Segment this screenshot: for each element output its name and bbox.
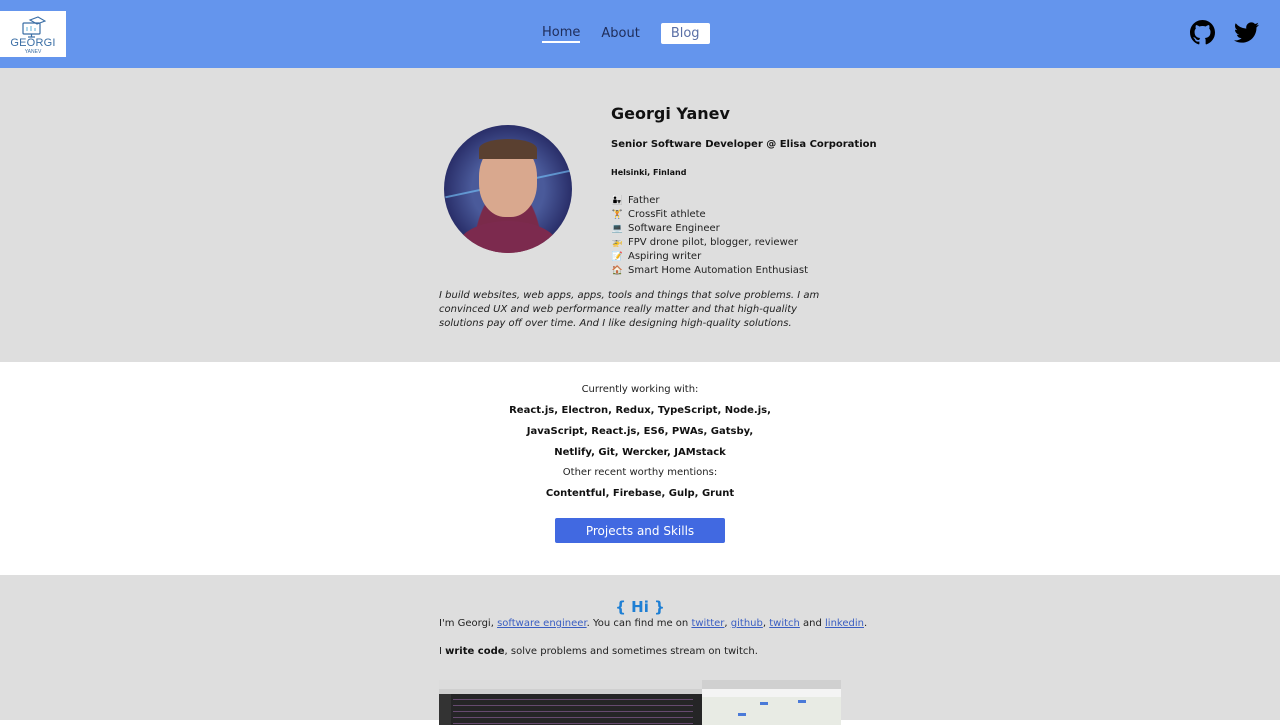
graduation-cap-monitor-icon: [22, 16, 46, 38]
trait-item: 💻 Software Engineer: [611, 222, 808, 236]
intro-paragraph: I'm Georgi, software engineer. You can f…: [439, 618, 867, 629]
para-text: , solve problems and sometimes stream on…: [504, 646, 758, 657]
intro-text: .: [863, 618, 868, 629]
workspace-screenshot: [439, 680, 841, 725]
site-logo[interactable]: GEORGI YANEV: [0, 11, 66, 57]
laptop-icon: 💻: [611, 224, 624, 234]
profile-name: Georgi Yanev: [611, 104, 730, 123]
other-skills-line: Contentful, Firebase, Gulp, Grunt: [545, 488, 735, 499]
current-skills-line: JavaScript, React.js, ES6, PWAs, Gatsby,: [526, 426, 754, 437]
site-header: GEORGI YANEV Home About Blog: [0, 0, 1280, 68]
browser-urlbar: [702, 689, 841, 697]
trait-item: 🏠 Smart Home Automation Enthusiast: [611, 264, 808, 278]
trait-label: CrossFit athlete: [628, 209, 706, 220]
traits-list: 👨‍👧 Father 🏋 CrossFit athlete 💻 Software En…: [611, 194, 808, 278]
father-icon: 👨‍👧: [611, 196, 624, 206]
map-preview: [702, 697, 841, 725]
map-pin: [738, 713, 746, 716]
browser-preview: [702, 680, 841, 725]
trait-item: 🚁 FPV drone pilot, blogger, reviewer: [611, 236, 808, 250]
hi-title: { Hi }: [615, 598, 665, 616]
main-nav: Home About Blog: [542, 23, 710, 44]
projects-and-skills-button[interactable]: Projects and Skills: [555, 518, 725, 543]
twitter-icon: [1234, 22, 1259, 43]
avatar-hair: [479, 139, 537, 159]
logo-title: GEORGI: [10, 37, 56, 49]
map-pin: [798, 700, 806, 703]
separator: and: [799, 618, 826, 629]
profile-section: Georgi Yanev Senior Software Developer @…: [0, 68, 1280, 362]
memo-icon: 📝: [611, 252, 624, 262]
github-link[interactable]: [1190, 20, 1215, 45]
code-editor-preview: [439, 680, 702, 725]
browser-tabbar: [702, 680, 841, 689]
trait-item: 🏋 CrossFit athlete: [611, 208, 808, 222]
software-engineer-link[interactable]: software engineer: [497, 618, 587, 629]
hi-section: { Hi } I'm Georgi, software engineer. Yo…: [0, 575, 1280, 725]
trait-label: Aspiring writer: [628, 251, 702, 262]
weightlifter-icon: 🏋: [611, 210, 624, 220]
nav-blog[interactable]: Blog: [660, 23, 710, 44]
profile-location: Helsinki, Finland: [611, 168, 687, 177]
linkedin-text-link[interactable]: linkedin: [825, 618, 864, 629]
trait-label: Father: [628, 195, 660, 206]
nav-home[interactable]: Home: [542, 25, 581, 43]
github-text-link[interactable]: github: [731, 618, 763, 629]
trait-item: 📝 Aspiring writer: [611, 250, 808, 264]
twitter-link[interactable]: [1234, 20, 1259, 45]
current-skills-line: React.js, Electron, Redux, TypeScript, N…: [509, 405, 771, 416]
avatar-shirt: [458, 221, 558, 253]
github-icon: [1190, 20, 1215, 45]
skills-section: Currently working with: React.js, Electr…: [0, 362, 1280, 575]
editor-titlebar: [439, 680, 702, 689]
nav-about[interactable]: About: [601, 26, 639, 41]
editor-code-lines: [453, 696, 693, 725]
intro-text: . You can find me on: [586, 618, 692, 629]
editor-activity-bar: [439, 694, 451, 725]
current-skills-line: Netlify, Git, Wercker, JAMstack: [554, 447, 726, 458]
profile-bio: I build websites, web apps, apps, tools …: [439, 290, 820, 329]
twitch-text-link[interactable]: twitch: [769, 618, 800, 629]
profile-job: Senior Software Developer @ Elisa Corpor…: [611, 139, 877, 150]
trait-label: FPV drone pilot, blogger, reviewer: [628, 237, 799, 248]
twitter-text-link[interactable]: twitter: [691, 618, 724, 629]
trait-label: Smart Home Automation Enthusiast: [628, 265, 809, 276]
other-skills-label: Other recent worthy mentions:: [562, 467, 718, 478]
trait-item: 👨‍👧 Father: [611, 194, 808, 208]
logo-subtitle: YANEV: [24, 49, 42, 55]
current-skills-label: Currently working with:: [581, 384, 699, 395]
write-code-paragraph: I write code, solve problems and sometim…: [439, 646, 758, 657]
avatar: [444, 125, 572, 253]
trait-label: Software Engineer: [628, 223, 720, 234]
map-pin: [760, 702, 768, 705]
intro-text: I'm Georgi,: [439, 618, 498, 629]
helicopter-icon: 🚁: [611, 238, 624, 248]
house-icon: 🏠: [611, 266, 624, 276]
write-code-emphasis: write code: [445, 646, 505, 657]
editor-menubar: [439, 689, 702, 694]
